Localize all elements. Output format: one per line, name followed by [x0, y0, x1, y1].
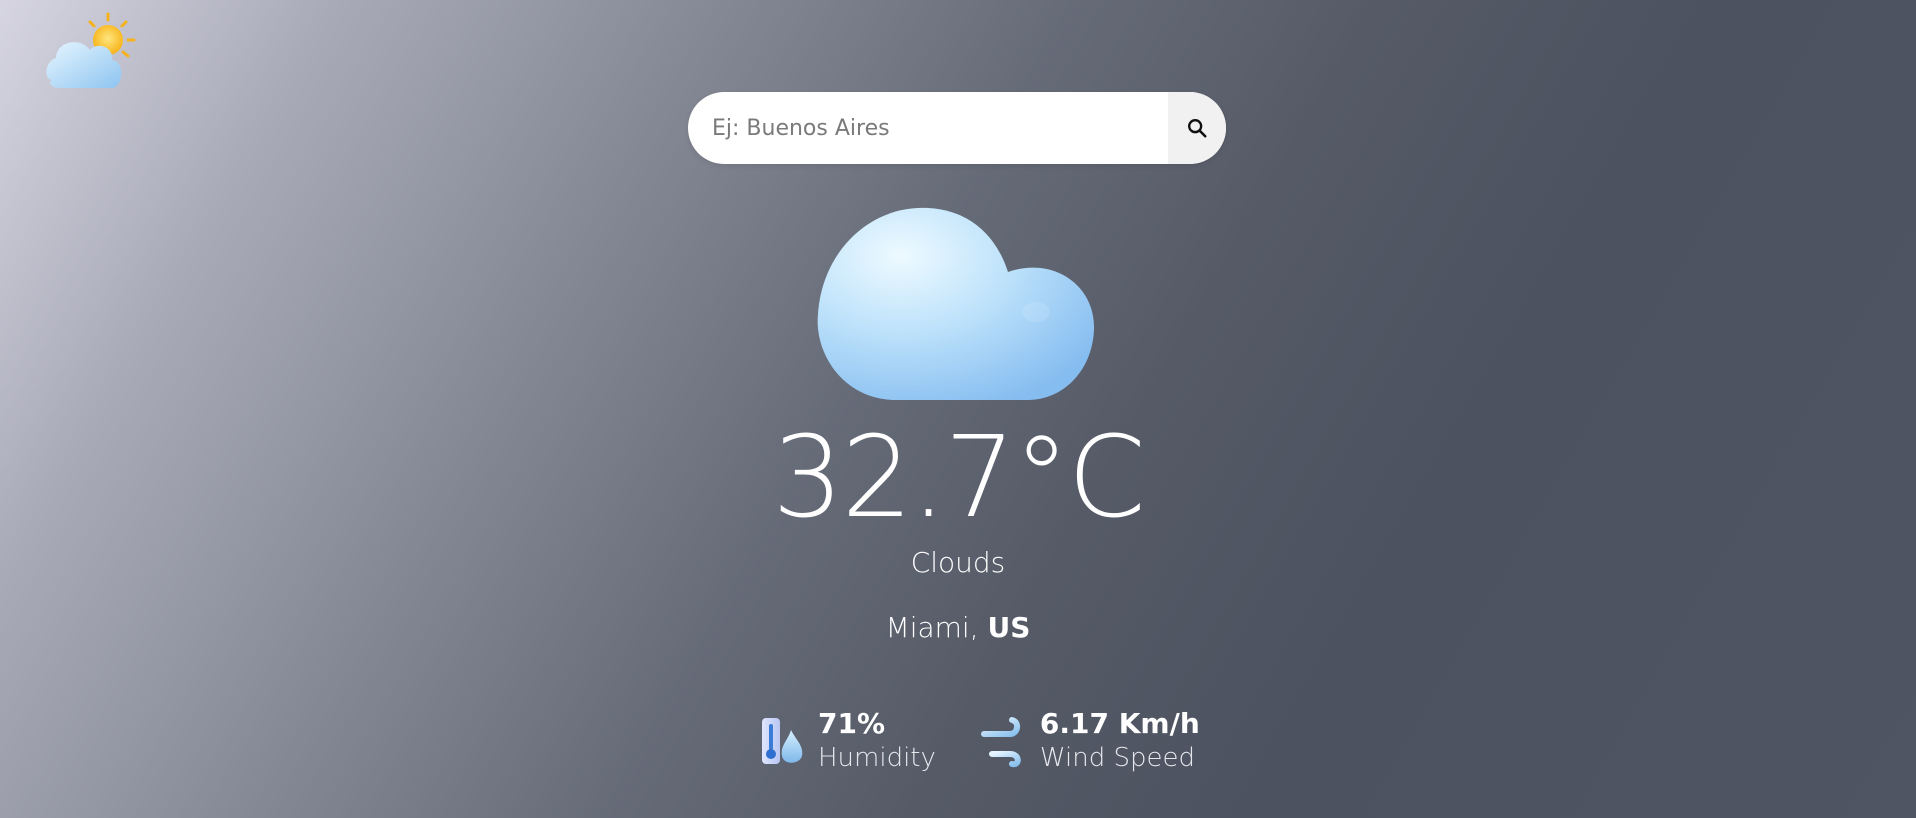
- cloud-icon: [817, 207, 1095, 400]
- search-icon: [1188, 119, 1207, 138]
- search-button[interactable]: [1168, 92, 1226, 164]
- humidity-stat: 71% Humidity: [758, 706, 936, 774]
- humidity-value: 71%: [818, 707, 886, 740]
- wind-stat: 6.17 Km/h Wind Speed: [980, 706, 1200, 774]
- humidity-icon: [762, 718, 803, 764]
- humidity-label: Humidity: [818, 743, 936, 773]
- city-name: Miami,: [885, 611, 979, 644]
- app-logo: [42, 8, 146, 96]
- search-input[interactable]: [688, 92, 1168, 164]
- weather-icon: [814, 204, 1100, 406]
- wind-value: 6.17 Km/h: [1039, 707, 1200, 740]
- search-bar: [688, 92, 1226, 164]
- weather-stats: 71% Humidity 6.17 Km/h Wind Speed: [758, 706, 1200, 774]
- partly-cloudy-icon: [46, 12, 136, 88]
- country-code: US: [987, 611, 1031, 644]
- temperature-value: 32.7°C: [772, 413, 1146, 543]
- wind-icon: [980, 717, 1021, 768]
- location: Miami, US: [0, 610, 1916, 646]
- wind-label: Wind Speed: [1039, 743, 1196, 773]
- weather-condition: Clouds: [910, 546, 1006, 579]
